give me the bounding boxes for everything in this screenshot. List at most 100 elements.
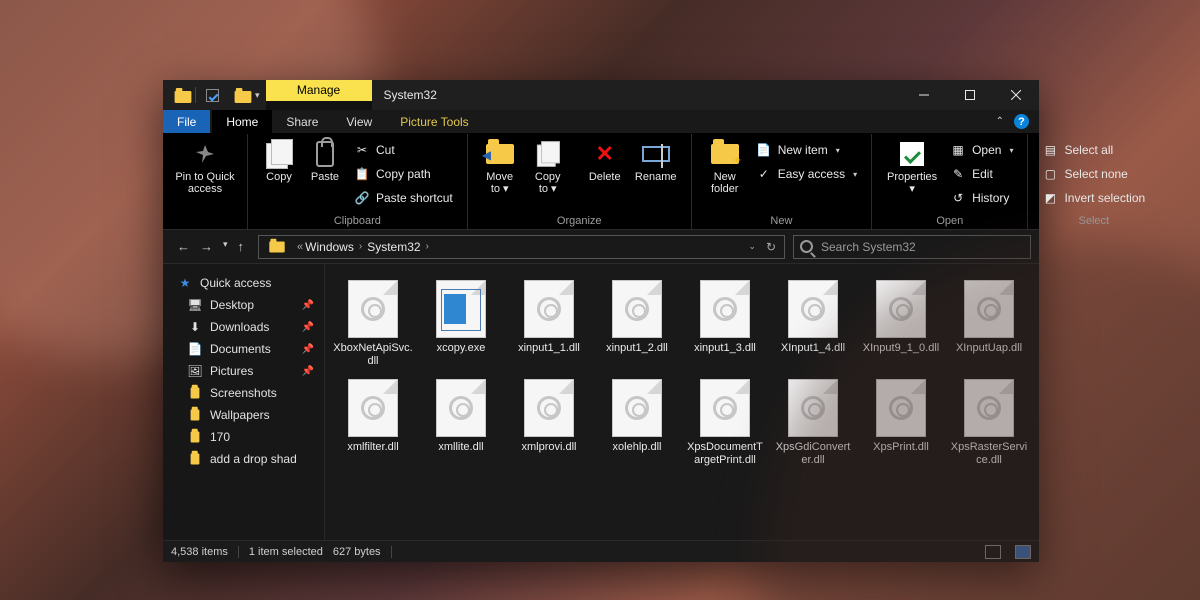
file-name: XInput9_1_0.dll xyxy=(863,342,939,355)
delete-button[interactable]: ✕ Delete xyxy=(583,138,627,183)
file-name: XInputUap.dll xyxy=(956,342,1022,355)
file-name: XInput1_4.dll xyxy=(781,342,845,355)
new-item-button[interactable]: 📄New item▾ xyxy=(752,140,861,160)
move-to-button[interactable]: ◀ Move to ▾ xyxy=(478,138,522,195)
tab-picture-tools[interactable]: Picture Tools xyxy=(386,110,482,133)
up-button[interactable]: ↑ xyxy=(238,239,245,254)
sidebar-item-documents[interactable]: 📄Documents📌 xyxy=(169,338,318,360)
select-none-button[interactable]: ▢Select none xyxy=(1038,164,1149,184)
file-item[interactable]: XInput9_1_0.dll xyxy=(859,280,943,367)
collapse-ribbon-icon[interactable]: ⌃ xyxy=(996,116,1004,127)
file-item[interactable]: xinput1_3.dll xyxy=(683,280,767,367)
sidebar-item-downloads[interactable]: ⬇Downloads📌 xyxy=(169,316,318,338)
tab-share[interactable]: Share xyxy=(272,110,332,133)
breadcrumb-system32[interactable]: System32 xyxy=(367,240,420,254)
dll-icon xyxy=(876,280,926,338)
view-details-button[interactable] xyxy=(985,545,1001,559)
file-item[interactable]: xinput1_2.dll xyxy=(595,280,679,367)
copy-to-icon xyxy=(534,140,562,168)
file-name: xinput1_1.dll xyxy=(518,342,580,355)
contextual-label: Manage xyxy=(266,80,372,101)
file-name: xolehlp.dll xyxy=(613,441,662,454)
file-item[interactable]: XpsRasterService.dll xyxy=(947,379,1031,466)
file-item[interactable]: XboxNetApiSvc.dll xyxy=(331,280,415,367)
path-icon: 📋 xyxy=(354,166,370,182)
invert-icon: ◩ xyxy=(1042,190,1058,206)
sidebar-item-add-a-drop-shad[interactable]: add a drop shad xyxy=(169,448,318,470)
file-name: xcopy.exe xyxy=(437,342,486,355)
close-button[interactable] xyxy=(993,80,1039,110)
file-item[interactable]: XpsDocumentTargetPrint.dll xyxy=(683,379,767,466)
sidebar-item-pictures[interactable]: 🖼Pictures📌 xyxy=(169,360,318,382)
ribbon-tabs: File Home Share View Picture Tools ⌃ ? xyxy=(163,110,1039,134)
pin-icon: 📌 xyxy=(302,300,314,311)
file-item[interactable]: xinput1_1.dll xyxy=(507,280,591,367)
file-item[interactable]: XInput1_4.dll xyxy=(771,280,855,367)
tab-file[interactable]: File xyxy=(163,110,210,133)
sidebar-item-wallpapers[interactable]: Wallpapers xyxy=(169,404,318,426)
edit-button[interactable]: ✎Edit xyxy=(946,164,1017,184)
status-bar: 4,538 items 1 item selected 627 bytes xyxy=(163,540,1039,562)
dll-icon xyxy=(348,280,398,338)
open-button[interactable]: ▦Open▾ xyxy=(946,140,1017,160)
paste-button[interactable]: Paste xyxy=(304,138,346,183)
history-button[interactable]: ↺History xyxy=(946,188,1017,208)
help-icon[interactable]: ? xyxy=(1014,114,1029,129)
paste-shortcut-button[interactable]: 🔗Paste shortcut xyxy=(350,188,457,208)
easy-access-button[interactable]: ✓Easy access▾ xyxy=(752,164,861,184)
pin-to-quick-access-button[interactable]: Pin to Quick access xyxy=(173,138,237,195)
invert-selection-button[interactable]: ◩Invert selection xyxy=(1038,188,1149,208)
properties-button[interactable]: Properties ▾ xyxy=(882,138,942,195)
address-bar[interactable]: « Windows › System32 › ⌄ ↻ xyxy=(258,235,785,259)
quick-access-toolbar: ▾ xyxy=(163,80,266,110)
copy-path-button[interactable]: 📋Copy path xyxy=(350,164,457,184)
sidebar-item-desktop[interactable]: 🖥Desktop📌 xyxy=(169,294,318,316)
folder-icon xyxy=(269,241,284,252)
refresh-button[interactable]: ↻ xyxy=(762,240,780,254)
select-all-button[interactable]: ▤Select all xyxy=(1038,140,1149,160)
search-box[interactable]: Search System32 xyxy=(793,235,1031,259)
file-item[interactable]: xmllite.dll xyxy=(419,379,503,466)
star-icon: ★ xyxy=(177,276,193,290)
forward-button[interactable]: → xyxy=(200,239,213,254)
sidebar-item-170[interactable]: 170 xyxy=(169,426,318,448)
address-dropdown[interactable]: ⌄ xyxy=(748,241,756,252)
minimize-button[interactable] xyxy=(901,80,947,110)
file-name: xmlfilter.dll xyxy=(347,441,398,454)
maximize-button[interactable] xyxy=(947,80,993,110)
copy-button[interactable]: Copy xyxy=(258,138,300,183)
recent-dropdown[interactable]: ▾ xyxy=(223,239,228,254)
file-item[interactable]: xmlfilter.dll xyxy=(331,379,415,466)
sidebar-item-screenshots[interactable]: Screenshots xyxy=(169,382,318,404)
breadcrumb-windows[interactable]: Windows xyxy=(305,240,354,254)
tab-home[interactable]: Home xyxy=(212,110,272,133)
dll-icon xyxy=(612,280,662,338)
sidebar-quick-access[interactable]: ★ Quick access xyxy=(169,272,318,294)
file-item[interactable]: XpsPrint.dll xyxy=(859,379,943,466)
file-item[interactable]: xcopy.exe xyxy=(419,280,503,367)
qat-dropdown-icon[interactable]: ▾ xyxy=(255,90,260,101)
dll-icon xyxy=(348,379,398,437)
exe-icon xyxy=(436,280,486,338)
back-button[interactable]: ← xyxy=(177,239,190,254)
tab-view[interactable]: View xyxy=(332,110,386,133)
cut-button[interactable]: ✂Cut xyxy=(350,140,457,160)
folder-icon xyxy=(187,386,203,400)
breadcrumb-overflow[interactable]: « xyxy=(297,241,303,253)
history-icon: ↺ xyxy=(950,190,966,206)
document-icon: 📄 xyxy=(187,342,203,356)
folder-icon xyxy=(229,87,245,103)
file-name: XpsGdiConverter.dll xyxy=(773,441,853,466)
address-bar-row: ← → ▾ ↑ « Windows › System32 › ⌄ ↻ Searc… xyxy=(163,230,1039,264)
file-item[interactable]: xolehlp.dll xyxy=(595,379,679,466)
file-item[interactable]: xmlprovi.dll xyxy=(507,379,591,466)
qat-checkbox-icon[interactable] xyxy=(206,89,219,102)
file-item[interactable]: XInputUap.dll xyxy=(947,280,1031,367)
folder-icon xyxy=(169,87,185,103)
file-view[interactable]: XboxNetApiSvc.dllxcopy.exexinput1_1.dllx… xyxy=(325,264,1039,540)
rename-button[interactable]: Rename xyxy=(631,138,681,183)
copy-to-button[interactable]: Copy to ▾ xyxy=(526,138,570,195)
view-large-icons-button[interactable] xyxy=(1015,545,1031,559)
file-item[interactable]: XpsGdiConverter.dll xyxy=(771,379,855,466)
new-folder-button[interactable]: ✦ New folder xyxy=(702,138,748,195)
